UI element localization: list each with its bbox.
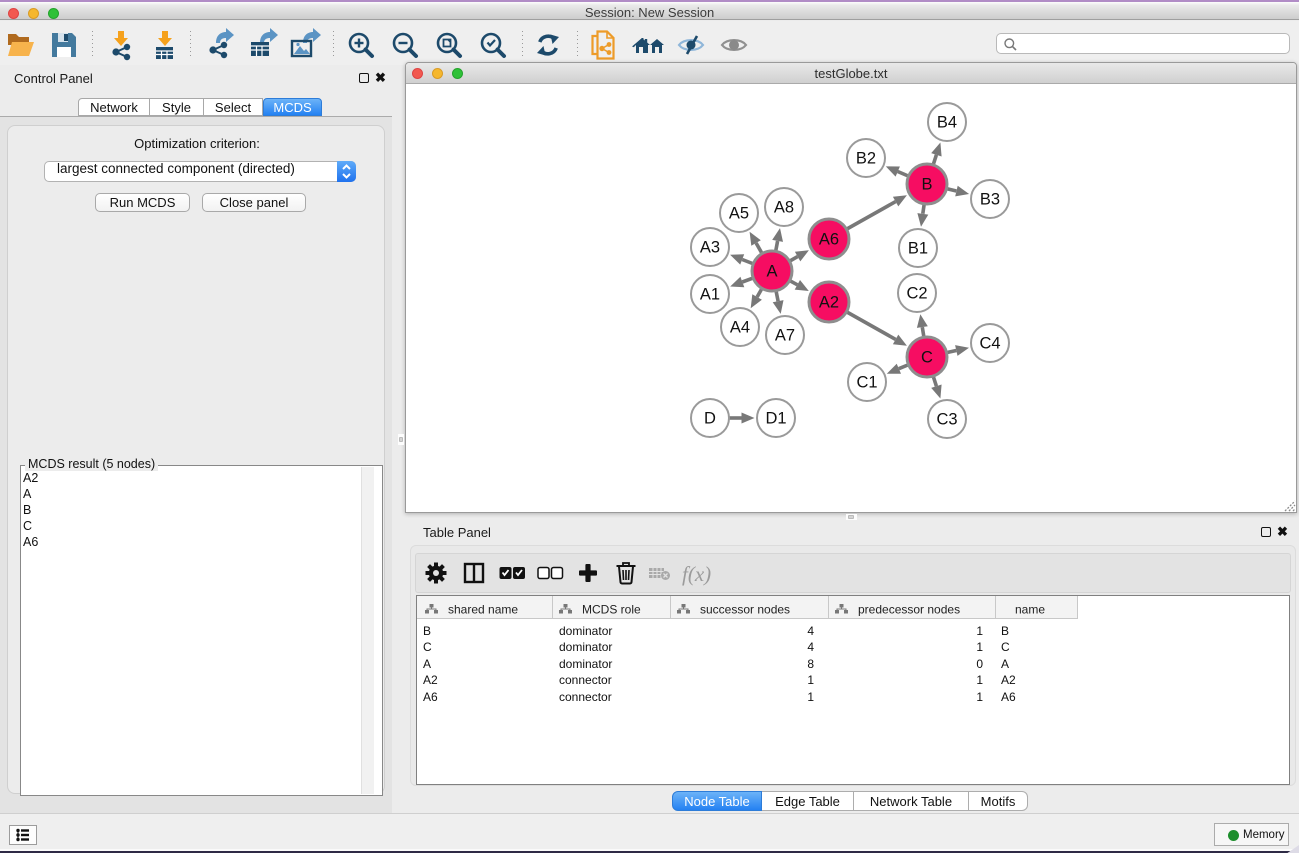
svg-text:C4: C4 (979, 335, 1000, 353)
svg-text:A4: A4 (730, 319, 750, 337)
svg-text:successor nodes: successor nodes (700, 603, 790, 617)
svg-text:B1: B1 (908, 240, 928, 258)
svg-text:MCDS role: MCDS role (582, 603, 641, 617)
svg-text:shared name: shared name (448, 603, 518, 617)
svg-text:name: name (1015, 603, 1045, 617)
svg-text:D1: D1 (765, 410, 786, 428)
svg-text:A: A (766, 263, 777, 281)
svg-text:A7: A7 (775, 327, 795, 345)
svg-text:A8: A8 (774, 199, 794, 217)
svg-text:C1: C1 (856, 374, 877, 392)
svg-text:B3: B3 (980, 191, 1000, 209)
svg-text:C: C (921, 349, 933, 367)
svg-text:B4: B4 (937, 114, 957, 132)
svg-text:A1: A1 (700, 286, 720, 304)
svg-text:predecessor nodes: predecessor nodes (858, 603, 960, 617)
svg-text:B2: B2 (856, 150, 876, 168)
svg-text:D: D (704, 410, 716, 428)
svg-text:A5: A5 (729, 205, 749, 223)
svg-text:B: B (921, 176, 932, 194)
svg-text:C3: C3 (936, 411, 957, 429)
svg-text:A6: A6 (819, 231, 839, 249)
svg-text:A3: A3 (700, 239, 720, 257)
svg-text:A2: A2 (819, 294, 839, 312)
svg-text:f(x): f(x) (682, 562, 711, 586)
svg-text:C2: C2 (906, 285, 927, 303)
